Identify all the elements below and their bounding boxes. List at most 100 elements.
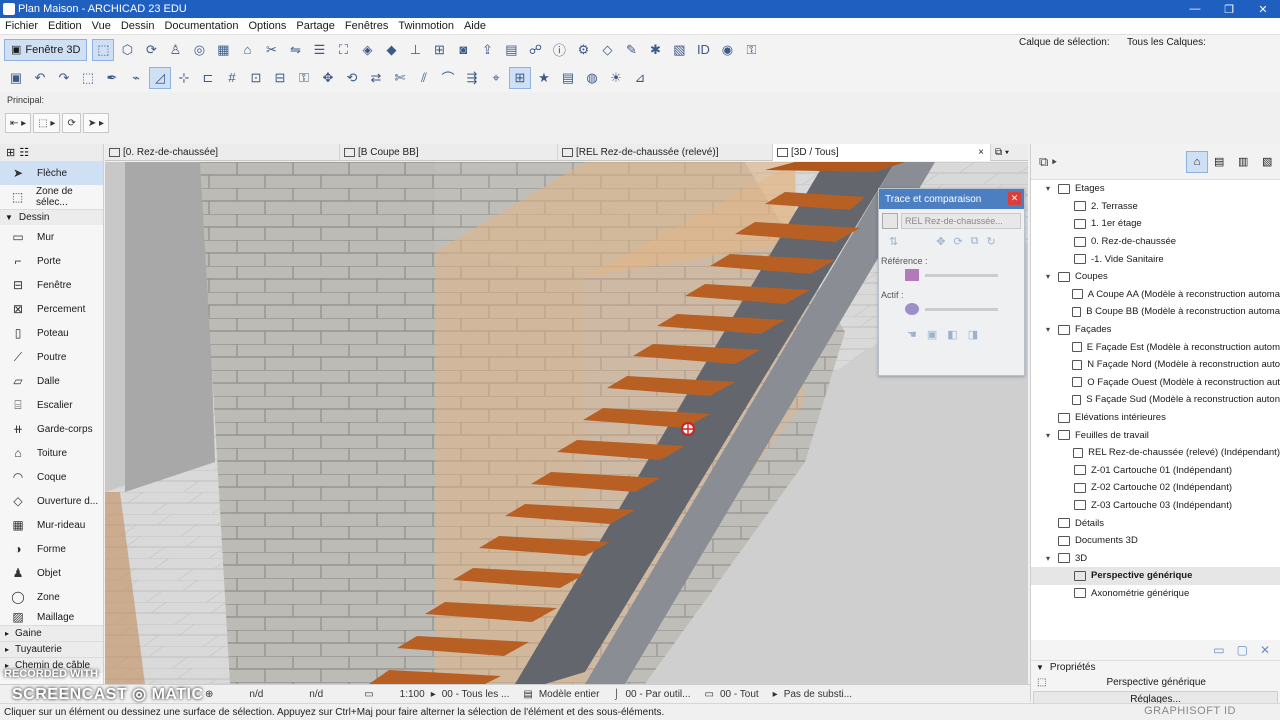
navigator-item[interactable]: ▾ Façades	[1031, 321, 1280, 339]
menu-aide[interactable]: Aide	[464, 20, 486, 32]
explode-icon[interactable]: ⌖	[485, 67, 507, 89]
tool-garde-corps[interactable]: ⧺ Garde-corps	[0, 417, 103, 441]
navigator-item[interactable]: B Coupe BB (Modèle à reconstruction auto…	[1031, 303, 1280, 321]
tab-list-button[interactable]: ⧉ ▾	[991, 144, 1028, 161]
menu-edition[interactable]: Edition	[48, 20, 82, 32]
expand-arrow-icon[interactable]: ▾	[1043, 554, 1053, 563]
clone-icon[interactable]: ▢	[1237, 643, 1248, 657]
tool-coque[interactable]: ◠ Coque	[0, 465, 103, 489]
dessin-section-header[interactable]: ▼ Dessin	[0, 209, 103, 225]
tab-3d[interactable]: [3D / Tous] ×	[773, 144, 991, 161]
camera-icon[interactable]: ◙	[452, 39, 474, 61]
walk-icon[interactable]: ♙	[164, 39, 186, 61]
hand-icon[interactable]: ☚	[907, 328, 917, 341]
grid-view-icon[interactable]: ⊞	[6, 146, 15, 159]
tab-rel-rez-de-chaussee[interactable]: [REL Rez-de-chaussée (relevé)]	[558, 144, 773, 161]
navigator-item[interactable]: ▾ Coupes	[1031, 268, 1280, 286]
grid-snap-icon[interactable]: #	[221, 67, 243, 89]
surface-icon[interactable]: ◈	[356, 39, 378, 61]
navigator-item[interactable]: Z-03 Cartouche 03 (Indépendant)	[1031, 497, 1280, 515]
tab-coupe-bb[interactable]: [B Coupe BB]	[340, 144, 558, 161]
menu-dessin[interactable]: Dessin	[121, 20, 155, 32]
rotate-icon[interactable]: ⟲	[341, 67, 363, 89]
tool-porte[interactable]: ⌐ Porte	[0, 249, 103, 273]
tool-percement[interactable]: ⊠ Percement	[0, 297, 103, 321]
tab-rez-de-chaussee[interactable]: [0. Rez-de-chaussée]	[105, 144, 340, 161]
tool-toiture[interactable]: ⌂ Toiture	[0, 441, 103, 465]
select-icon[interactable]: ⬚	[77, 67, 99, 89]
navigator-item[interactable]: Elévations intérieures	[1031, 409, 1280, 427]
grid-icon[interactable]: ⊞	[428, 39, 450, 61]
navigator-item[interactable]: Documents 3D	[1031, 532, 1280, 550]
navigator-item[interactable]: -1. Vide Sanitaire	[1031, 250, 1280, 268]
active-opacity-slider[interactable]	[925, 307, 998, 311]
tool-poteau[interactable]: ▯ Poteau	[0, 321, 103, 345]
diff-icon[interactable]: ◨	[968, 328, 978, 341]
minimize-button[interactable]: —	[1178, 0, 1212, 18]
scale-icon[interactable]: ▭	[364, 689, 373, 700]
eyedropper-icon[interactable]: ✒	[101, 67, 123, 89]
split-icon[interactable]: ⫽	[413, 67, 435, 89]
guide-line-icon[interactable]: ◿	[149, 66, 171, 89]
navigator-item[interactable]: S Façade Sud (Modèle à reconstruction au…	[1031, 391, 1280, 409]
lock-element-icon[interactable]: ⚿	[293, 67, 315, 89]
compare-icon[interactable]: ◧	[947, 328, 957, 341]
redo-icon[interactable]: ↷	[53, 67, 75, 89]
fenetre-3d-button[interactable]: ▣ Fenêtre 3D	[4, 38, 88, 61]
menu-vue[interactable]: Vue	[92, 20, 111, 32]
morph-icon[interactable]: ◇	[596, 39, 618, 61]
navigator-menu-icon[interactable]: ⧉ ▸	[1039, 154, 1057, 170]
navigator-item[interactable]: N Façade Nord (Modèle à reconstruction a…	[1031, 356, 1280, 374]
navigator-item[interactable]: REL Rez-de-chaussée (relevé) (Indépendan…	[1031, 444, 1280, 462]
tool-mur-rideau[interactable]: ▦ Mur-rideau	[0, 513, 103, 537]
navigator-item[interactable]: ▾ Etages	[1031, 180, 1280, 198]
box-icon[interactable]: ⬡	[116, 39, 138, 61]
navigator-item[interactable]: ▾ Feuilles de travail	[1031, 426, 1280, 444]
orbit-icon[interactable]: ⟳	[140, 39, 162, 61]
gravity-icon[interactable]: ⊏	[197, 67, 219, 89]
explore-icon[interactable]: ◎	[188, 39, 210, 61]
graphic-override-icon[interactable]: ▧	[668, 39, 690, 61]
close-button[interactable]: ✕	[1246, 0, 1280, 18]
selection-method-button[interactable]: ⇤ ▸	[5, 113, 32, 133]
gaine-section-header[interactable]: ▸ Gaine	[0, 625, 103, 641]
menu-options[interactable]: Options	[248, 20, 286, 32]
trim-icon[interactable]: ✄	[389, 67, 411, 89]
globe-icon[interactable]: ◍	[581, 67, 603, 89]
mirror2-icon[interactable]: ⇄	[365, 67, 387, 89]
tuyauterie-section-header[interactable]: ▸ Tuyauterie	[0, 641, 103, 657]
navigator-item[interactable]: A Coupe AA (Modèle à reconstruction auto…	[1031, 286, 1280, 304]
mirror-trace-icon[interactable]: ⧉	[971, 235, 979, 248]
tool-poutre[interactable]: ⟋ Poutre	[0, 345, 103, 369]
expand-arrow-icon[interactable]: ▾	[1043, 325, 1053, 334]
reset-trace-icon[interactable]: ↻	[987, 235, 996, 248]
favorites-icon[interactable]: ★	[533, 67, 555, 89]
graphisoft-id-link[interactable]: GRAPHISOFT ID	[1144, 705, 1236, 717]
zoom-icon[interactable]: ⊕	[205, 689, 213, 700]
tool-escalier[interactable]: ⌸ Escalier	[0, 393, 103, 417]
navigator-item[interactable]: Axonométrie générique	[1031, 585, 1280, 603]
navigator-item[interactable]: ▾ 3D	[1031, 549, 1280, 567]
menu-partage[interactable]: Partage	[296, 20, 335, 32]
tool-zone[interactable]: ◯ Zone	[0, 585, 103, 609]
publisher-icon[interactable]: ▧	[1262, 155, 1272, 168]
delete-icon[interactable]: ✕	[1260, 643, 1270, 657]
tool-objet[interactable]: ♟ Objet	[0, 561, 103, 585]
section-box-icon[interactable]: ▦	[212, 39, 234, 61]
menu-fenetres[interactable]: Fenêtres	[345, 20, 388, 32]
project-map-icon[interactable]: ⌂	[1186, 150, 1208, 173]
navigator-item[interactable]: Z-02 Cartouche 02 (Indépendant)	[1031, 479, 1280, 497]
tool-fenetre[interactable]: ⊟ Fenêtre	[0, 273, 103, 297]
expand-arrow-icon[interactable]: ▾	[1043, 431, 1053, 440]
sun-icon[interactable]: ☀	[605, 67, 627, 89]
navigator-item[interactable]: 1. 1er étage	[1031, 215, 1280, 233]
expand-arrow-icon[interactable]: ▾	[1043, 272, 1053, 281]
new-view-icon[interactable]: ▭	[1213, 643, 1224, 657]
rotate-marquee-button[interactable]: ⟳	[62, 113, 81, 133]
zoom-fit-icon[interactable]: ⛶	[332, 39, 354, 61]
active-color-swatch[interactable]	[905, 303, 919, 315]
undo-icon[interactable]: ↶	[29, 67, 51, 89]
cut-icon[interactable]: ✂	[260, 39, 282, 61]
tool-ouverture[interactable]: ◇ Ouverture d...	[0, 489, 103, 513]
measure-icon[interactable]: ⊥	[404, 39, 426, 61]
